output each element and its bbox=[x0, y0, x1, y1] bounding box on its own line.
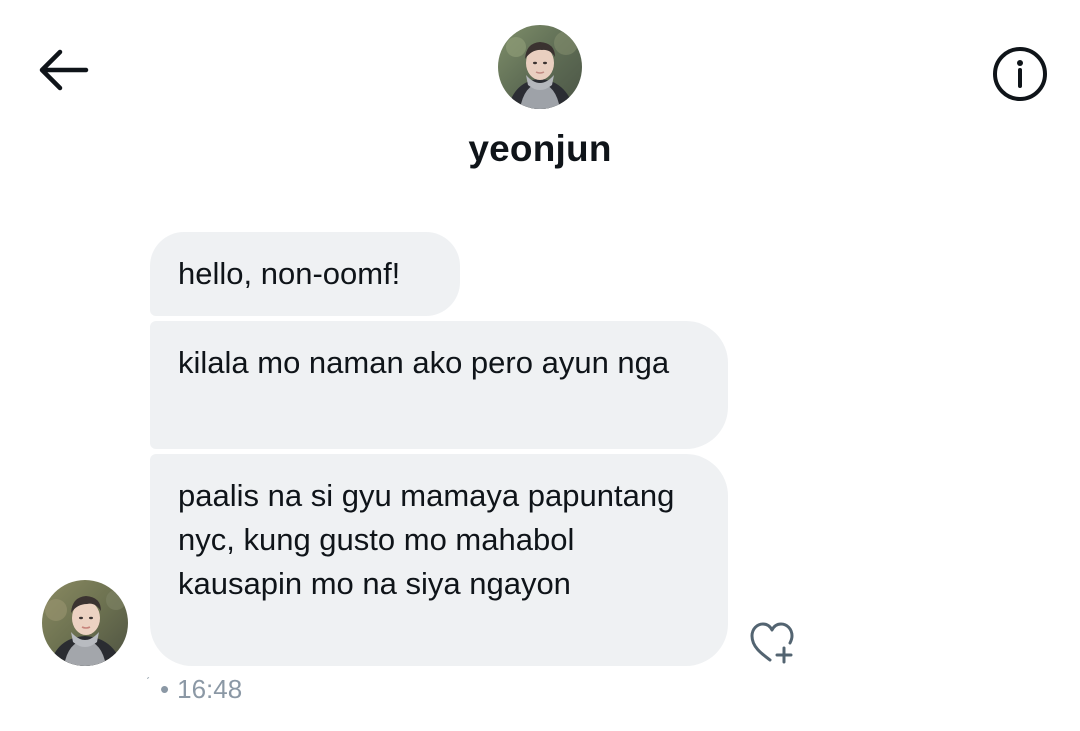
message-meta: ˊ • 16:48 bbox=[146, 674, 242, 705]
heart-plus-icon bbox=[750, 622, 794, 664]
back-button[interactable] bbox=[36, 48, 90, 92]
arrow-left-icon bbox=[39, 49, 89, 91]
info-circle-icon bbox=[993, 47, 1047, 101]
message-bubble[interactable]: kilala mo naman ako pero ayun nga bbox=[150, 321, 728, 449]
avatar[interactable] bbox=[498, 25, 582, 109]
separator-dot: • bbox=[160, 674, 170, 704]
seen-indicator: ˊ bbox=[146, 674, 150, 689]
conversation-title: yeonjun bbox=[468, 128, 612, 169]
message-bubble[interactable]: paalis na si gyu mamaya papuntang nyc, k… bbox=[150, 454, 728, 666]
timestamp: 16:48 bbox=[177, 674, 243, 704]
info-button[interactable] bbox=[990, 44, 1050, 104]
avatar-photo bbox=[42, 580, 128, 666]
sender-avatar[interactable] bbox=[42, 580, 128, 666]
add-reaction-button[interactable] bbox=[748, 620, 800, 666]
message-bubble[interactable]: hello, non-oomf! bbox=[150, 232, 460, 316]
avatar-photo bbox=[498, 25, 582, 109]
